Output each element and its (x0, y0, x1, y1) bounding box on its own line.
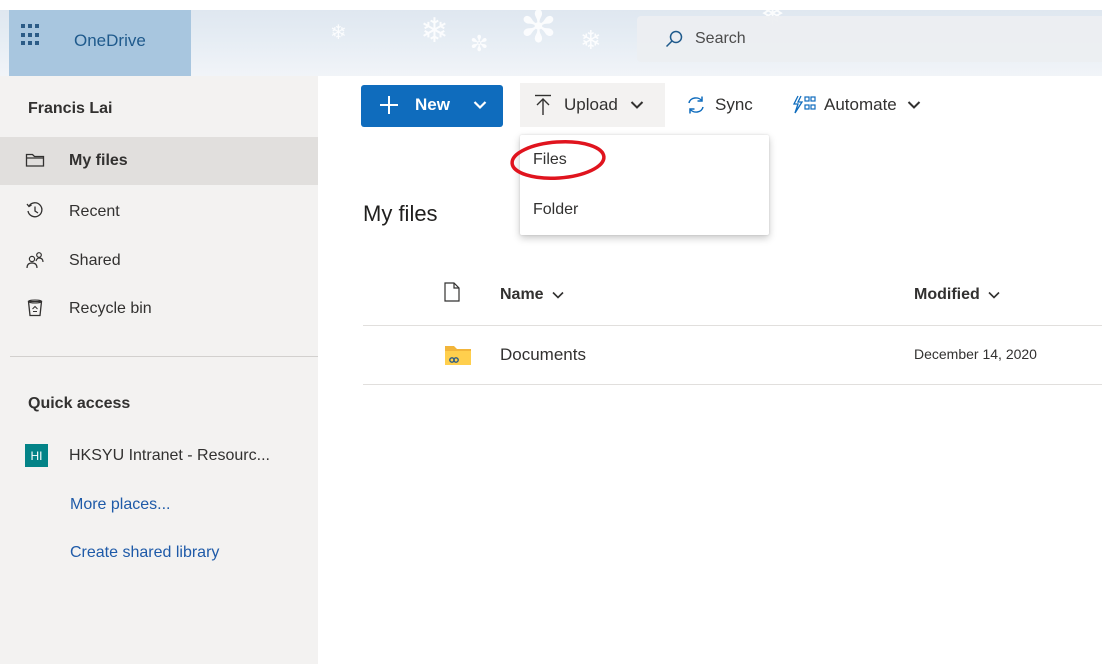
plus-icon (380, 96, 398, 114)
sync-button[interactable]: Sync (685, 83, 753, 127)
people-icon (26, 252, 44, 269)
shared-folder-icon[interactable] (444, 343, 472, 367)
site-label: HKSYU Intranet - Resourc... (69, 446, 270, 464)
page-title: My files (363, 201, 438, 226)
search-icon (665, 30, 683, 48)
quick-access-heading: Quick access (28, 395, 131, 412)
nav-item-label: My files (69, 152, 128, 169)
site-badge: HI (25, 444, 48, 467)
folder-icon (25, 153, 45, 167)
highlight-circle-annotation (510, 140, 606, 180)
column-header-label: Modified (914, 286, 980, 303)
chevron-down-icon (473, 101, 487, 110)
clock-history-icon (26, 202, 43, 218)
chevron-down-icon (988, 291, 1000, 299)
nav-item-my-files[interactable]: My files (0, 137, 318, 185)
app-name[interactable]: OneDrive (74, 31, 146, 51)
snowflake-decoration: ❄ (580, 26, 602, 56)
quick-access-site[interactable]: HI HKSYU Intranet - Resourc... (25, 444, 270, 467)
file-name-link[interactable]: Documents (500, 345, 586, 365)
chevron-down-icon (630, 101, 644, 109)
snowflake-decoration: ❄ (330, 20, 347, 44)
nav-item-recycle-bin[interactable]: Recycle bin (0, 285, 318, 333)
more-places-link[interactable]: More places... (70, 496, 170, 514)
column-header-modified[interactable]: Modified (914, 286, 1000, 304)
snowflake-decoration: ✼ (470, 32, 489, 57)
new-button-label: New (415, 95, 450, 114)
chevron-down-icon (907, 101, 920, 109)
app-launcher-icon[interactable] (12, 15, 44, 47)
column-header-name[interactable]: Name (500, 286, 564, 304)
recycle-bin-icon (27, 299, 43, 317)
nav-item-label: Recycle bin (69, 300, 152, 317)
create-shared-library-link[interactable]: Create shared library (70, 544, 219, 562)
new-button[interactable]: New (361, 85, 503, 127)
nav-item-recent[interactable]: Recent (0, 188, 318, 236)
flow-icon (792, 95, 816, 114)
upload-icon (535, 94, 551, 115)
header-divider (363, 325, 1102, 326)
search-box[interactable]: Search (637, 16, 1102, 62)
file-type-icon (444, 282, 460, 302)
upload-button[interactable]: Upload (520, 83, 665, 127)
upload-button-label: Upload (564, 95, 618, 114)
snowflake-decoration: ✻ (520, 2, 557, 53)
menu-item-label: Folder (533, 201, 579, 218)
snowflake-decoration: ❄ (420, 11, 449, 51)
automate-button-label: Automate (824, 95, 897, 114)
sync-button-label: Sync (715, 95, 753, 114)
nav-item-label: Shared (69, 252, 121, 269)
user-name: Francis Lai (28, 100, 113, 117)
top-bar: ❄ ✻ ❄ ✼ ❅ ❄ OneDrive Search (0, 0, 1102, 76)
nav-item-label: Recent (69, 203, 120, 220)
upload-menu-item-folder[interactable]: Folder (520, 186, 769, 234)
chevron-down-icon (552, 291, 564, 299)
search-placeholder: Search (695, 30, 746, 47)
sync-icon (688, 96, 704, 114)
file-modified-date: December 14, 2020 (914, 346, 1037, 362)
column-header-label: Name (500, 286, 544, 303)
automate-button[interactable]: Automate (792, 83, 921, 127)
sidebar-divider (10, 356, 318, 357)
left-navigation: Francis Lai My files Recent Shared Recyc… (0, 76, 318, 664)
row-divider (363, 384, 1102, 385)
nav-item-shared[interactable]: Shared (0, 237, 318, 285)
